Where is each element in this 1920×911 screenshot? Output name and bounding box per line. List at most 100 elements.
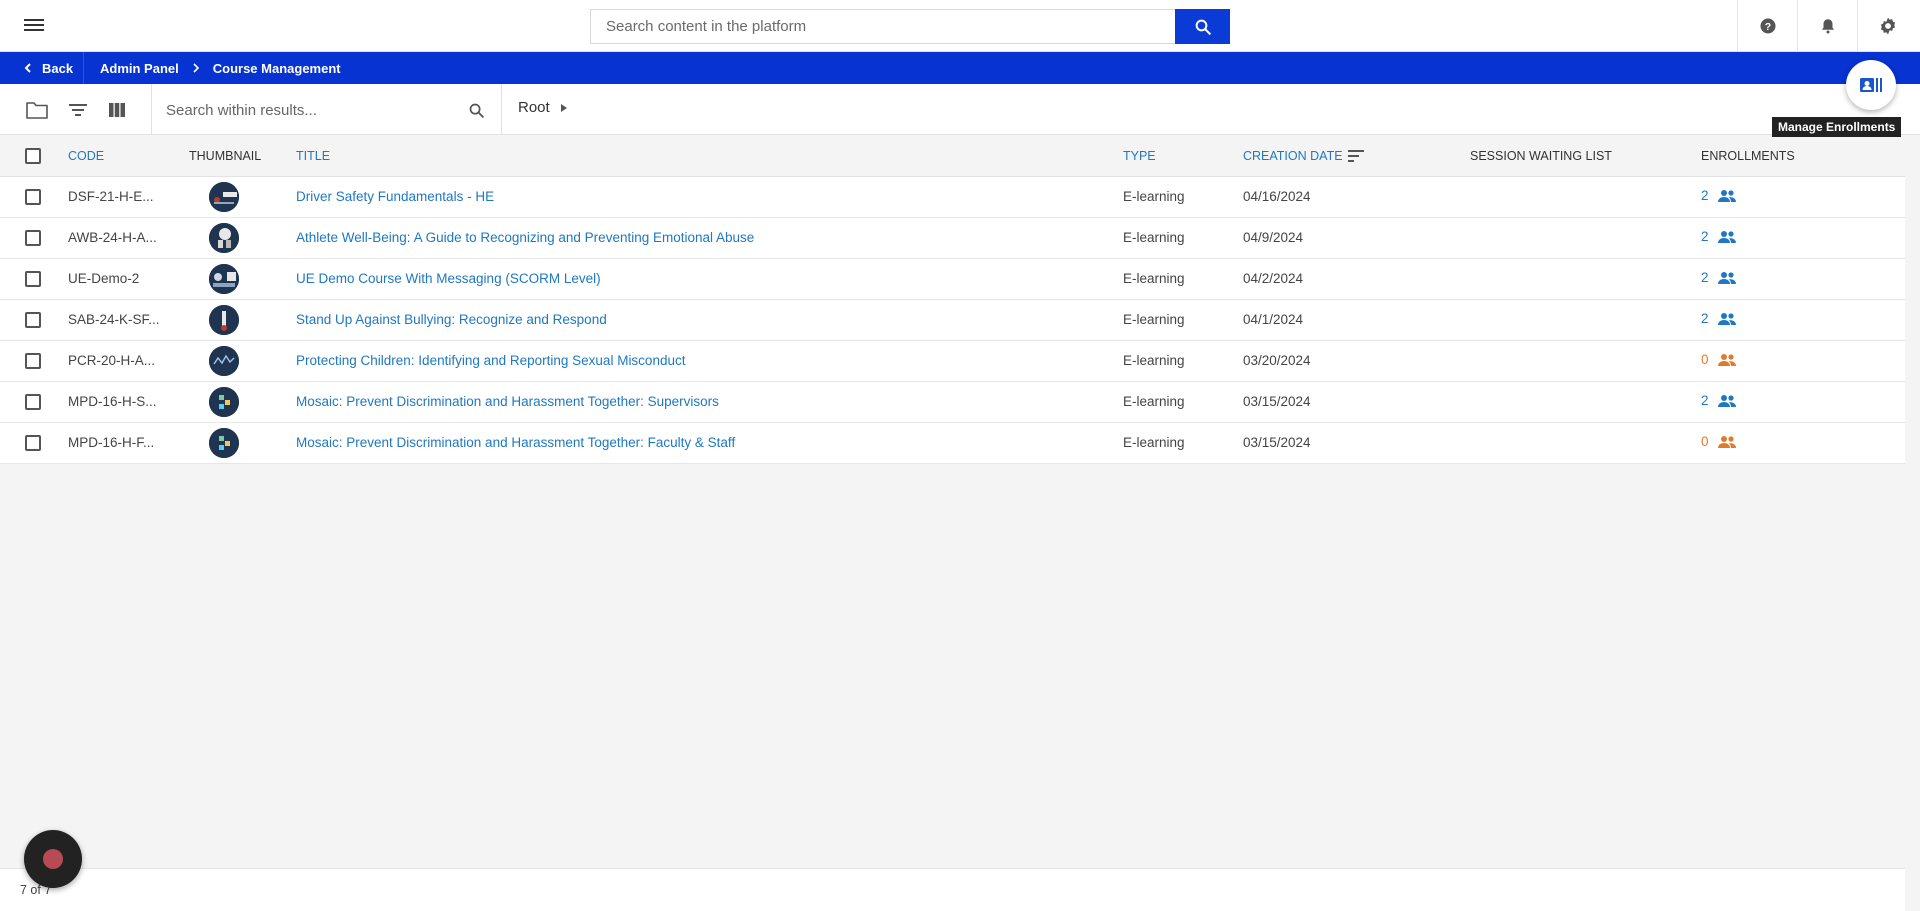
folder-breadcrumb-root[interactable]: Root bbox=[518, 99, 568, 116]
course-thumbnail bbox=[209, 305, 239, 335]
table-row[interactable]: DSF-21-H-E... Driver Safety Fundamentals … bbox=[0, 177, 1905, 218]
row-checkbox[interactable] bbox=[25, 230, 41, 246]
top-bar: ? bbox=[0, 0, 1920, 52]
row-checkbox[interactable] bbox=[25, 312, 41, 328]
table-body: DSF-21-H-E... Driver Safety Fundamentals … bbox=[0, 177, 1905, 464]
breadcrumb-bar: Back Admin Panel Course Management bbox=[0, 52, 1920, 84]
course-creation-date: 03/15/2024 bbox=[1243, 435, 1311, 450]
enrollments-link[interactable]: 0 bbox=[1701, 434, 1737, 449]
breadcrumb-admin-panel[interactable]: Admin Panel bbox=[100, 61, 179, 76]
creation-date-label: CREATION DATE bbox=[1243, 149, 1343, 163]
course-code: MPD-16-H-F... bbox=[68, 435, 155, 450]
course-title-link[interactable]: Athlete Well-Being: A Guide to Recognizi… bbox=[296, 230, 754, 245]
row-checkbox[interactable] bbox=[25, 271, 41, 287]
course-type: E-learning bbox=[1123, 189, 1185, 204]
course-thumbnail bbox=[209, 182, 239, 212]
enrollments-link[interactable]: 2 bbox=[1701, 229, 1737, 244]
results-search-button[interactable] bbox=[462, 96, 490, 124]
course-code: UE-Demo-2 bbox=[68, 271, 140, 286]
gear-icon bbox=[1880, 17, 1895, 35]
course-thumbnail bbox=[209, 346, 239, 376]
users-icon bbox=[1717, 189, 1736, 202]
back-button[interactable]: Back bbox=[0, 52, 84, 84]
help-button[interactable]: ? bbox=[1737, 0, 1797, 52]
course-title-link[interactable]: Driver Safety Fundamentals - HE bbox=[296, 189, 494, 204]
enrollment-count: 0 bbox=[1701, 434, 1709, 449]
course-type: E-learning bbox=[1123, 353, 1185, 368]
menu-icon[interactable] bbox=[22, 16, 46, 36]
help-icon: ? bbox=[1760, 18, 1775, 34]
column-header-thumbnail: THUMBNAIL bbox=[189, 149, 262, 163]
course-creation-date: 04/9/2024 bbox=[1243, 230, 1304, 245]
manage-enrollments-button[interactable] bbox=[1846, 60, 1896, 110]
folder-icon bbox=[26, 102, 48, 119]
row-checkbox[interactable] bbox=[25, 189, 41, 205]
enrollment-count: 2 bbox=[1701, 270, 1709, 285]
enrollments-link[interactable]: 2 bbox=[1701, 311, 1737, 326]
record-button[interactable] bbox=[24, 830, 82, 888]
enrollment-count: 2 bbox=[1701, 393, 1709, 408]
row-checkbox[interactable] bbox=[25, 353, 41, 369]
courses-table: CODE THUMBNAIL TITLE TYPE CREATION DATE … bbox=[0, 135, 1905, 464]
select-all-checkbox[interactable] bbox=[25, 148, 41, 164]
breadcrumb-course-management: Course Management bbox=[212, 60, 341, 76]
course-creation-date: 04/1/2024 bbox=[1243, 312, 1304, 327]
table-footer: 7 of 7 bbox=[0, 868, 1905, 911]
course-thumbnail bbox=[209, 264, 239, 294]
table-header: CODE THUMBNAIL TITLE TYPE CREATION DATE … bbox=[0, 135, 1905, 177]
course-title-link[interactable]: Mosaic: Prevent Discrimination and Haras… bbox=[296, 394, 719, 409]
column-header-code[interactable]: CODE bbox=[68, 149, 104, 163]
column-header-type[interactable]: TYPE bbox=[1123, 149, 1156, 163]
columns-button[interactable] bbox=[103, 96, 131, 124]
row-checkbox[interactable] bbox=[25, 394, 41, 410]
enrollments-link[interactable]: 2 bbox=[1701, 188, 1737, 203]
course-thumbnail bbox=[209, 428, 239, 458]
table-row[interactable]: AWB-24-H-A... Athlete Well-Being: A Guide… bbox=[0, 218, 1905, 259]
search-icon bbox=[1195, 19, 1211, 35]
folder-view-button[interactable] bbox=[23, 96, 51, 124]
filter-icon bbox=[69, 104, 87, 116]
users-icon bbox=[1717, 353, 1736, 366]
course-title-link[interactable]: Mosaic: Prevent Discrimination and Haras… bbox=[296, 435, 735, 450]
enrollments-link[interactable]: 2 bbox=[1701, 270, 1737, 285]
course-thumbnail bbox=[209, 387, 239, 417]
course-creation-date: 04/16/2024 bbox=[1243, 189, 1311, 204]
enrollment-count: 2 bbox=[1701, 311, 1709, 326]
search-button[interactable] bbox=[1175, 9, 1230, 44]
notifications-button[interactable] bbox=[1797, 0, 1857, 52]
root-label: Root bbox=[518, 99, 550, 116]
course-title-link[interactable]: UE Demo Course With Messaging (SCORM Lev… bbox=[296, 271, 601, 286]
columns-icon bbox=[109, 103, 125, 117]
course-code: SAB-24-K-SF... bbox=[68, 312, 160, 327]
table-row[interactable]: SAB-24-K-SF... Stand Up Against Bullying:… bbox=[0, 300, 1905, 341]
course-title-link[interactable]: Stand Up Against Bullying: Recognize and… bbox=[296, 312, 607, 327]
table-row[interactable]: MPD-16-H-S... Mosaic: Prevent Discriminat… bbox=[0, 382, 1905, 423]
column-header-title[interactable]: TITLE bbox=[296, 149, 330, 163]
global-search-input[interactable] bbox=[590, 9, 1175, 44]
settings-button[interactable] bbox=[1857, 0, 1917, 52]
enrollment-card-icon bbox=[1860, 78, 1882, 92]
column-header-session-waiting-list: SESSION WAITING LIST bbox=[1470, 149, 1612, 163]
table-row[interactable]: PCR-20-H-A... Protecting Children: Identi… bbox=[0, 341, 1905, 382]
toolbar-divider bbox=[501, 84, 502, 135]
users-icon bbox=[1717, 435, 1736, 448]
course-code: DSF-21-H-E... bbox=[68, 189, 154, 204]
record-icon bbox=[43, 849, 63, 869]
course-type: E-learning bbox=[1123, 435, 1185, 450]
enrollments-link[interactable]: 0 bbox=[1701, 352, 1737, 367]
chevron-left-icon bbox=[24, 63, 31, 73]
bell-icon bbox=[1821, 19, 1834, 34]
column-header-creation-date[interactable]: CREATION DATE bbox=[1243, 149, 1364, 163]
filter-button[interactable] bbox=[64, 96, 92, 124]
course-type: E-learning bbox=[1123, 271, 1185, 286]
course-code: PCR-20-H-A... bbox=[68, 353, 156, 368]
enrollments-link[interactable]: 2 bbox=[1701, 393, 1737, 408]
toolbar-divider bbox=[151, 84, 152, 135]
sort-icon bbox=[1347, 150, 1364, 162]
course-title-link[interactable]: Protecting Children: Identifying and Rep… bbox=[296, 353, 685, 368]
results-search-input[interactable] bbox=[166, 97, 456, 123]
row-checkbox[interactable] bbox=[25, 435, 41, 451]
table-row[interactable]: MPD-16-H-F... Mosaic: Prevent Discriminat… bbox=[0, 423, 1905, 464]
chevron-right-icon bbox=[193, 63, 199, 73]
table-row[interactable]: UE-Demo-2 UE Demo Course With Messaging (… bbox=[0, 259, 1905, 300]
